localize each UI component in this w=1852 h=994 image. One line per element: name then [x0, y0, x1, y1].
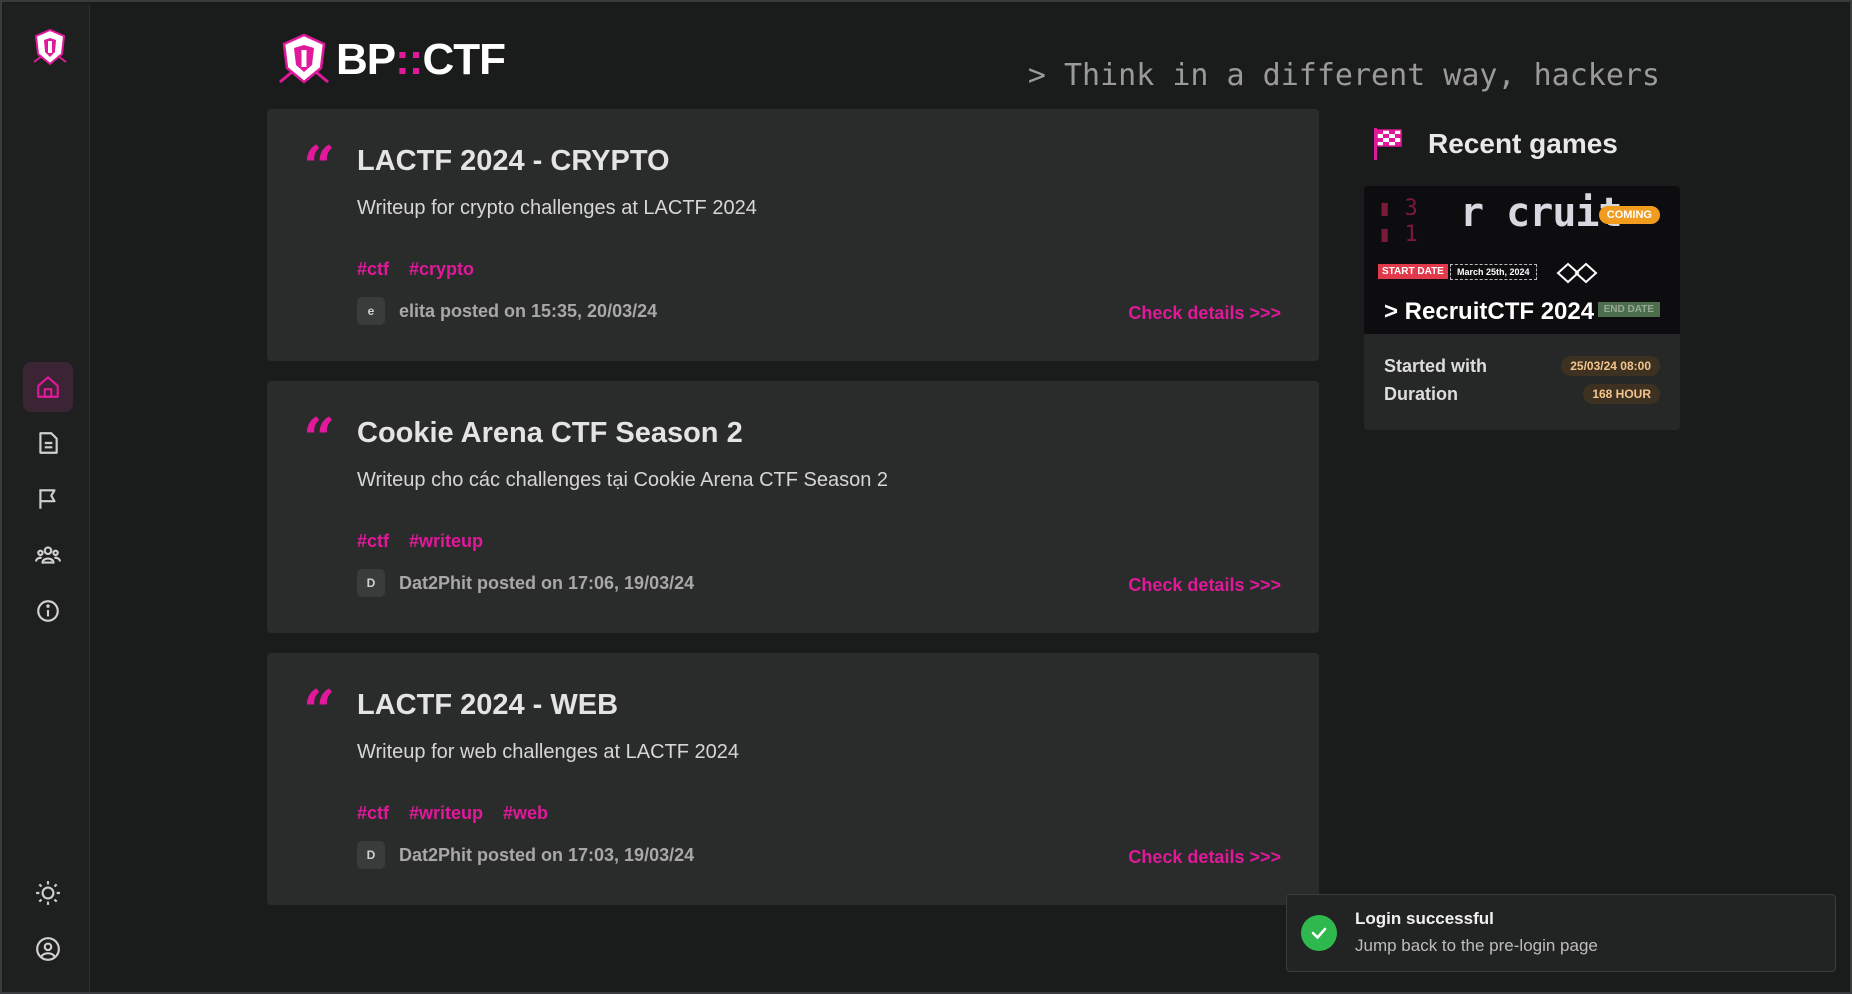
tag[interactable]: #crypto — [409, 259, 474, 280]
recent-games: Recent games ▮ 3 ▮ 1 r cruit COMING START… — [1364, 122, 1680, 430]
home-icon — [37, 376, 59, 398]
start-date-value: March 25th, 2024 — [1450, 264, 1537, 280]
infinity-icon — [1556, 262, 1598, 284]
check-details-link[interactable]: Check details >>> — [1128, 575, 1281, 596]
quote-icon: “ — [303, 678, 336, 744]
banner-decoration: ▮ 3 ▮ 1 — [1378, 196, 1418, 248]
tag[interactable]: #web — [503, 803, 548, 824]
sidebar-item-teams[interactable] — [23, 530, 73, 580]
team-icon — [35, 546, 61, 564]
profile-icon — [36, 937, 60, 961]
post-card: “ LACTF 2024 - WEB Writeup for web chall… — [267, 653, 1319, 905]
tag[interactable]: #ctf — [357, 803, 389, 824]
post-meta: e elita posted on 15:35, 20/03/24 — [357, 297, 657, 325]
post-tags: #ctf #writeup #web — [357, 803, 548, 824]
started-label: Started with — [1384, 355, 1488, 376]
brand-logo-icon — [279, 33, 329, 84]
banner-title: > RecruitCTF 2024 — [1384, 298, 1595, 325]
tag[interactable]: #ctf — [357, 259, 389, 280]
profile-button[interactable] — [23, 924, 73, 974]
toast-notification[interactable]: Login successful Jump back to the pre-lo… — [1286, 894, 1836, 972]
game-card[interactable]: ▮ 3 ▮ 1 r cruit COMING START DATE March 2… — [1364, 186, 1680, 430]
game-banner: ▮ 3 ▮ 1 r cruit COMING START DATE March 2… — [1364, 186, 1680, 334]
duration-label: Duration — [1384, 383, 1458, 404]
toast-message: Jump back to the pre-login page — [1355, 936, 1598, 955]
writeup-list: “ LACTF 2024 - CRYPTO Writeup for crypto… — [267, 109, 1319, 925]
post-author-date: Dat2Phit posted on 17:06, 19/03/24 — [399, 572, 695, 593]
banner-logo-text: r cruit — [1460, 190, 1623, 236]
info-icon — [37, 600, 59, 622]
end-date-label: END DATE — [1597, 302, 1660, 317]
post-tags: #ctf #writeup — [357, 531, 483, 552]
check-details-link[interactable]: Check details >>> — [1128, 847, 1281, 868]
game-info: Started with 25/03/24 08:00 Duration 168… — [1364, 334, 1680, 430]
theme-toggle-icon — [36, 881, 60, 905]
check-details-link[interactable]: Check details >>> — [1128, 303, 1281, 324]
sidebar-item-home[interactable] — [23, 362, 73, 412]
tag[interactable]: #ctf — [357, 531, 389, 552]
avatar: e — [357, 297, 385, 325]
quote-icon: “ — [303, 406, 336, 472]
avatar: D — [357, 841, 385, 869]
tag[interactable]: #writeup — [409, 803, 483, 824]
start-time-badge: 25/03/24 08:00 — [1561, 356, 1660, 376]
tag[interactable]: #writeup — [409, 531, 483, 552]
sidebar-logo[interactable] — [32, 28, 68, 68]
sidebar-item-about[interactable] — [23, 586, 73, 636]
tagline: > Think in a different way, hackers — [1027, 58, 1660, 93]
flag-icon — [39, 489, 56, 509]
post-title[interactable]: LACTF 2024 - WEB — [357, 689, 618, 722]
brand[interactable]: BP::CTF — [278, 32, 506, 88]
avatar: D — [357, 569, 385, 597]
post-meta: D Dat2Phit posted on 17:06, 19/03/24 — [357, 569, 694, 597]
check-circle-icon — [1301, 915, 1337, 951]
app-frame: BP::CTF > Think in a different way, hack… — [0, 0, 1852, 994]
post-meta: D Dat2Phit posted on 17:03, 19/03/24 — [357, 841, 694, 869]
recent-games-header: Recent games — [1372, 122, 1680, 166]
duration-badge: 168 HOUR — [1583, 384, 1660, 404]
recent-games-title: Recent games — [1428, 128, 1618, 159]
post-title[interactable]: LACTF 2024 - CRYPTO — [357, 145, 670, 178]
post-description: Writeup for web challenges at LACTF 2024 — [357, 741, 740, 763]
post-tags: #ctf #crypto — [357, 259, 474, 280]
post-card: “ Cookie Arena CTF Season 2 Writeup cho … — [267, 381, 1319, 633]
sidebar-item-writeups[interactable] — [23, 418, 73, 468]
post-author-date: Dat2Phit posted on 17:03, 19/03/24 — [399, 844, 695, 865]
post-card: “ LACTF 2024 - CRYPTO Writeup for crypto… — [267, 109, 1319, 361]
sidebar — [4, 4, 90, 992]
quote-icon: “ — [303, 134, 336, 200]
theme-toggle-button[interactable] — [23, 868, 73, 918]
start-date-label: START DATE — [1378, 264, 1448, 279]
post-title[interactable]: Cookie Arena CTF Season 2 — [357, 417, 743, 450]
checkered-flag-icon — [1374, 128, 1402, 160]
post-description: Writeup for crypto challenges at LACTF 2… — [357, 197, 757, 219]
post-author-date: elita posted on 15:35, 20/03/24 — [399, 300, 658, 321]
toast-title: Login successful — [1355, 909, 1494, 928]
sidebar-item-challenges[interactable] — [23, 474, 73, 524]
brand-name: BP::CTF — [336, 35, 506, 84]
document-icon — [39, 432, 58, 454]
coming-badge: COMING — [1598, 206, 1660, 224]
post-description: Writeup cho các challenges tại Cookie Ar… — [357, 469, 889, 491]
